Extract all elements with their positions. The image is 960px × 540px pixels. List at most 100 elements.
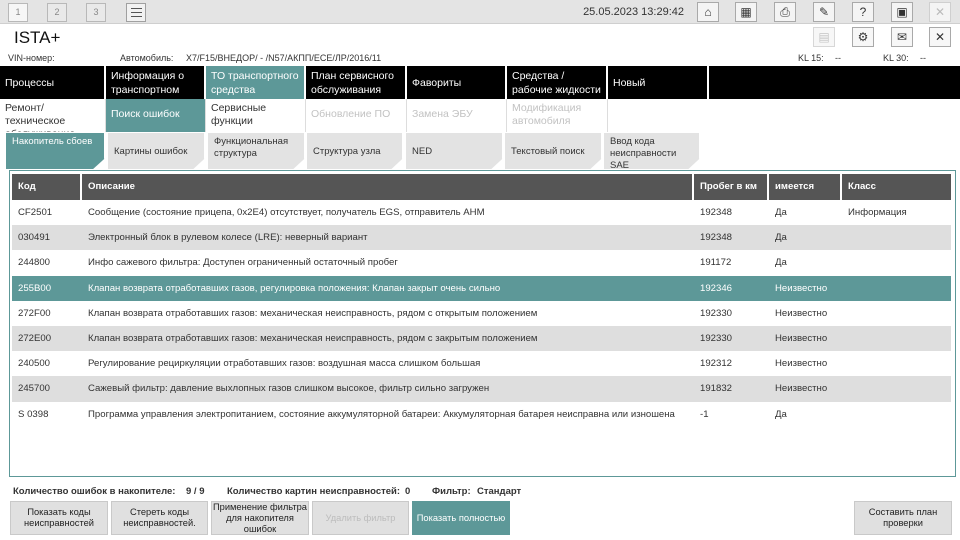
cell-code: S 0398 — [18, 408, 49, 420]
header-code[interactable]: Код — [12, 174, 82, 200]
nav-favorites[interactable]: Фавориты — [407, 66, 507, 99]
cell-code: 272E00 — [18, 332, 52, 344]
gear-icon[interactable]: ⚙ — [852, 27, 874, 47]
cell-mileage: 191832 — [700, 383, 733, 395]
datetime: 25.05.2023 13:29:42 — [583, 6, 684, 18]
nav-vehicle-info[interactable]: Информация о транспортном средстве — [106, 66, 206, 99]
cell-mileage: 192348 — [700, 232, 733, 244]
filter-label: Фильтр: — [432, 486, 471, 497]
subnav-vehicle-modification[interactable]: Модификация автомобиля — [507, 99, 608, 132]
apply-filter-button[interactable]: Применение фильтра для накопителя ошибок — [211, 501, 309, 535]
cell-description: Сажевый фильтр: давление выхлопных газов… — [88, 383, 490, 395]
cell-class — [842, 225, 951, 250]
document-icon[interactable]: ▤ — [813, 27, 835, 47]
tab-fault-patterns[interactable]: Картины ошибок — [108, 133, 205, 169]
cell-code: 244800 — [18, 257, 51, 269]
cell-present: Неизвестно — [775, 383, 828, 395]
tab-sae-code-entry[interactable]: Ввод кода неисправности SAE — [604, 133, 700, 169]
cell-mileage: 192330 — [700, 332, 733, 344]
tab-row: Накопитель сбоев Картины ошибок Функцион… — [0, 133, 960, 169]
table-row[interactable]: 255B00 Клапан возврата отработавших газов… — [12, 275, 951, 301]
cell-present: Неизвестно — [775, 332, 828, 344]
cell-code: 245700 — [18, 383, 51, 395]
subnav-ecu-replace[interactable]: Замена ЭБУ — [407, 99, 507, 132]
wrench-icon[interactable]: ✎ — [813, 2, 835, 22]
nav-service-plan[interactable]: План сервисного обслуживания — [306, 66, 407, 99]
cell-description: Сообщение (состояние прицепа, 0x2E4) отс… — [88, 207, 485, 218]
clear-fault-codes-button[interactable]: Стереть коды неисправностей. — [111, 501, 208, 535]
cell-mileage: 192346 — [700, 282, 733, 294]
close-icon[interactable]: ✕ — [929, 27, 951, 47]
cell-present: Да — [775, 408, 787, 420]
kl15-value: -- — [835, 53, 841, 63]
subnav-fault-search[interactable]: Поиск ошибок — [106, 99, 206, 132]
main-nav: Процессы Информация о транспортном средс… — [0, 66, 960, 99]
cell-code: 255B00 — [18, 282, 52, 294]
top-bar: 1 2 3 25.05.2023 13:29:42 ⌂ ▦ ⎙ ✎ ? ▣ ✕ — [0, 0, 960, 24]
nav-processes[interactable]: Процессы — [0, 66, 106, 99]
list-icon[interactable] — [126, 3, 146, 22]
print-icon[interactable]: ⎙ — [774, 2, 796, 22]
table-row[interactable]: 245700 Сажевый фильтр: давление выхлопных… — [12, 376, 951, 402]
table-row[interactable]: CF2501 Сообщение (состояние прицепа, 0x2E… — [12, 200, 951, 226]
close-icon[interactable]: ✕ — [929, 2, 951, 22]
fault-count-value: 9 / 9 — [186, 486, 205, 497]
sub-nav: Ремонт/ техническое обслуживание Поиск о… — [0, 99, 960, 132]
home-icon[interactable]: ⌂ — [697, 2, 719, 22]
table-row[interactable]: S 0398 Программа управления электропитани… — [12, 401, 951, 427]
table-row[interactable]: 272E00 Клапан возврата отработавших газов… — [12, 325, 951, 352]
table-row[interactable]: 244800 Инфо сажевого фильтра: Доступен ог… — [12, 250, 951, 276]
download-icon[interactable]: ▣ — [891, 2, 913, 22]
cell-present: Неизвестно — [775, 358, 828, 370]
tab-ned[interactable]: NED — [406, 133, 503, 169]
nav-fluids[interactable]: Средства / рабочие жидкости — [507, 66, 608, 99]
table-row[interactable]: 030491 Электронный блок в рулевом колесе … — [12, 225, 951, 251]
cell-class — [842, 402, 951, 427]
help-icon[interactable]: ? — [852, 2, 874, 22]
show-fault-codes-button[interactable]: Показать коды неисправностей — [10, 501, 108, 535]
delete-filter-button[interactable]: Удалить фильтр — [312, 501, 409, 535]
filter-value: Стандарт — [477, 486, 522, 497]
subnav-service-functions[interactable]: Сервисные функции — [206, 99, 306, 132]
cell-mileage: -1 — [700, 408, 709, 420]
nav-new[interactable]: Новый — [608, 66, 709, 99]
table-row[interactable]: 272F00 Клапан возврата отработавших газов… — [12, 300, 951, 326]
table-row[interactable]: 240500 Регулирование рециркуляции отработ… — [12, 351, 951, 377]
cell-class — [842, 376, 951, 401]
cell-present: Да — [775, 257, 787, 269]
cell-class: Информация — [848, 207, 907, 218]
window-tab-3[interactable]: 3 — [86, 3, 106, 22]
window-tab-2[interactable]: 2 — [47, 3, 67, 22]
nav-vehicle-service[interactable]: ТО транспортного средства — [206, 66, 306, 99]
cell-mileage: 192330 — [700, 307, 733, 319]
cell-present: Неизвестно — [775, 282, 828, 294]
status-line: Количество ошибок в накопителе: 9 / 9 Ко… — [0, 484, 960, 498]
tab-functional-structure[interactable]: Функциональная структура — [208, 133, 305, 169]
subnav-software-update[interactable]: Обновление ПО — [306, 99, 407, 132]
tab-text-search[interactable]: Текстовый поиск — [505, 133, 602, 169]
mail-icon[interactable]: ✉ — [891, 27, 913, 47]
car-label: Автомобиль: — [120, 53, 174, 63]
cell-class — [842, 250, 951, 275]
cell-mileage: 192348 — [700, 207, 733, 218]
subnav-repair[interactable]: Ремонт/ техническое обслуживание — [0, 99, 106, 132]
cell-code: 272F00 — [18, 307, 51, 319]
create-test-plan-button[interactable]: Составить план проверки — [854, 501, 952, 535]
fault-count-label: Количество ошибок в накопителе: — [13, 486, 176, 497]
window-tab-1[interactable]: 1 — [8, 3, 28, 22]
cell-description: Программа управления электропитанием, со… — [88, 408, 675, 420]
scan-icon[interactable]: ▦ — [735, 2, 757, 22]
header-description[interactable]: Описание — [82, 174, 694, 200]
header-mileage[interactable]: Пробег в км — [694, 174, 769, 200]
cell-mileage: 192312 — [700, 358, 733, 370]
vin-label: VIN-номер: — [8, 53, 55, 63]
header-present[interactable]: имеется — [769, 174, 842, 200]
kl15-label: KL 15: — [798, 53, 824, 63]
cell-present: Неизвестно — [775, 307, 828, 319]
fault-pictures-label: Количество картин неисправностей: — [227, 486, 401, 497]
tab-component-structure[interactable]: Структура узла — [307, 133, 403, 169]
show-all-button[interactable]: Показать полностью — [412, 501, 510, 535]
tab-fault-memory[interactable]: Накопитель сбоев — [6, 133, 105, 169]
header-class[interactable]: Класс — [842, 174, 951, 200]
vehicle-info-line: VIN-номер: Автомобиль: X7/F15/ВНЕДОР/ - … — [0, 51, 960, 65]
